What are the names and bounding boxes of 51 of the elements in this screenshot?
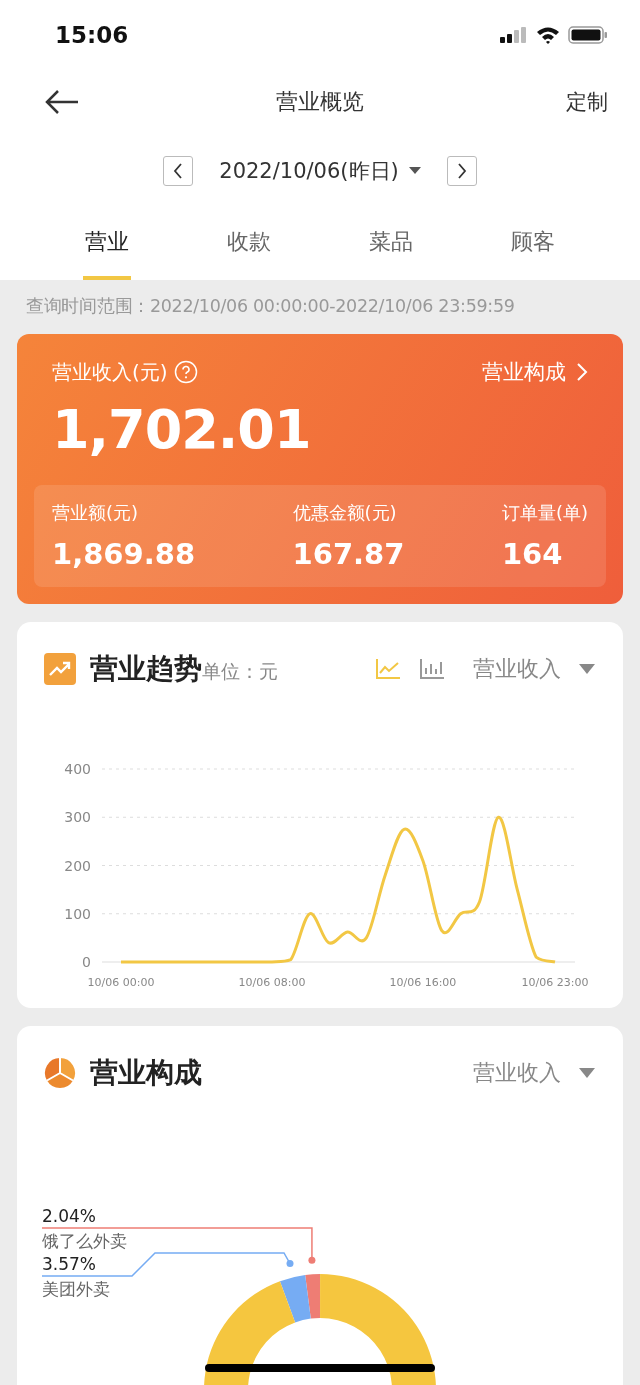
chevron-right-icon xyxy=(456,163,467,179)
category-label: 饿了么外卖 xyxy=(42,1231,127,1251)
next-day-button[interactable] xyxy=(446,156,477,186)
back-button[interactable] xyxy=(44,89,80,115)
battery-icon xyxy=(568,26,608,44)
income-label: 营业收入(元) xyxy=(52,358,168,386)
x-axis-label: 10/06 08:00 xyxy=(238,976,306,989)
metric-value: 167.87 xyxy=(292,537,405,571)
trend-icon xyxy=(44,653,76,685)
metric-value: 1,869.88 xyxy=(52,537,196,571)
card-title: 营业趋势 xyxy=(90,651,202,687)
y-axis-label: 0 xyxy=(82,954,91,970)
customize-button[interactable]: 定制 xyxy=(566,88,608,116)
category-label: 美团外卖 xyxy=(42,1279,110,1299)
metric-label: 优惠金额(元) xyxy=(292,501,398,525)
y-axis-label: 200 xyxy=(64,857,91,874)
x-axis-label: 10/06 16:00 xyxy=(389,976,457,989)
metric-value: 164 xyxy=(501,537,564,571)
caret-icon xyxy=(579,1068,595,1078)
metric-label: 订单量(单) xyxy=(501,501,588,525)
tab[interactable]: 菜品 xyxy=(367,208,415,280)
y-axis-label: 300 xyxy=(64,809,91,826)
date-dropdown[interactable]: 2022/10/06(昨日) xyxy=(219,157,421,185)
x-axis-label: 10/06 00:00 xyxy=(87,976,155,989)
signal-icon xyxy=(500,27,528,43)
metric-dropdown[interactable]: 营业收入 xyxy=(473,654,595,684)
tab[interactable]: 收款 xyxy=(225,208,273,280)
composition-link[interactable]: 营业构成 xyxy=(482,358,588,386)
card-title: 营业构成 xyxy=(90,1055,202,1091)
percentage-label: 3.57% xyxy=(42,1254,96,1274)
previous-day-button[interactable] xyxy=(163,156,194,186)
bar-chart-icon[interactable] xyxy=(419,658,445,680)
unit-label: 单位：元 xyxy=(202,660,278,682)
percentage-label: 2.04% xyxy=(42,1206,96,1226)
income-value: 1,702.01 xyxy=(51,397,312,463)
wifi-icon xyxy=(536,26,560,44)
caret-icon xyxy=(579,664,595,674)
caret-icon xyxy=(408,167,421,175)
page-title: 营业概览 xyxy=(276,88,364,116)
help-icon[interactable] xyxy=(173,360,198,384)
status-time: 15:06 xyxy=(55,22,129,48)
chevron-left-icon xyxy=(173,163,184,179)
pie-chart-icon xyxy=(44,1057,76,1089)
y-axis-label: 400 xyxy=(64,761,91,777)
y-axis-label: 100 xyxy=(64,905,91,922)
chevron-right-icon xyxy=(576,362,588,382)
metric-label: 营业额(元) xyxy=(52,501,140,525)
query-range: 查询时间范围：2022/10/06 00:00:00-2022/10/06 23:59:59 xyxy=(25,295,516,318)
tab[interactable]: 顾客 xyxy=(509,208,557,280)
metric-dropdown[interactable]: 营业收入 xyxy=(473,1058,595,1088)
x-axis-label: 10/06 23:00 xyxy=(521,976,589,989)
